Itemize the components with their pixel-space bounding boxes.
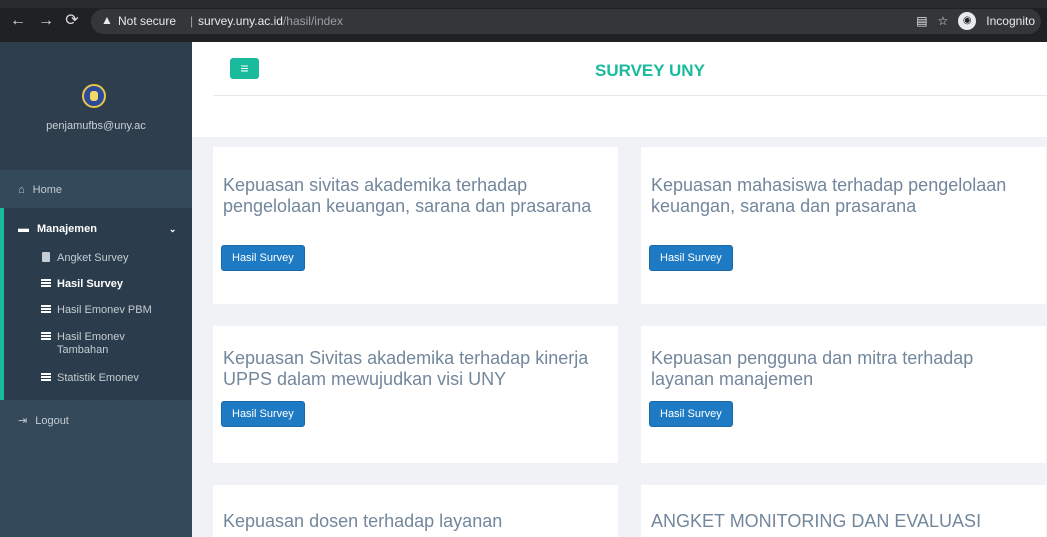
sidebar-item-label: Home: [32, 184, 62, 196]
url-host: survey.uny.ac.id: [198, 14, 283, 28]
chevron-down-icon: ⌄: [168, 223, 177, 234]
forward-icon[interactable]: →: [36, 11, 56, 31]
list-icon: [41, 304, 51, 314]
sidebar-subitem-label: Hasil Emonev PBM: [57, 304, 152, 316]
sidebar-subitem-angket-survey[interactable]: Angket Survey: [41, 252, 129, 264]
browser-toolbar: ← → ⟳ ▲ Not secure | survey.uny.ac.id/ha…: [0, 0, 1047, 42]
sidebar-subitem-statistik-emonev[interactable]: Statistik Emonev: [41, 372, 139, 384]
home-icon: ⌂: [18, 184, 25, 196]
survey-card-title: Kepuasan dosen terhadap layanan: [223, 511, 503, 531]
survey-card: Kepuasan sivitas akademika terhadap peng…: [213, 147, 618, 304]
hasil-survey-button[interactable]: Hasil Survey: [221, 245, 305, 271]
tab-strip: [0, 0, 1047, 8]
sidebar-item-label: Manajemen: [37, 223, 97, 235]
hasil-survey-button[interactable]: Hasil Survey: [649, 245, 733, 271]
menu-toggle-button[interactable]: ≡: [230, 58, 259, 79]
sidebar-subitem-hasil-emonev-pbm[interactable]: Hasil Emonev PBM: [41, 304, 152, 316]
survey-card: Kepuasan pengguna dan mitra terhadap lay…: [641, 326, 1046, 463]
page-title: SURVEY UNY: [595, 61, 705, 80]
survey-card: Kepuasan Sivitas akademika terhadap kine…: [213, 326, 618, 463]
list-icon: [41, 331, 51, 341]
user-email: penjamufbs@uny.ac: [46, 120, 146, 132]
top-nav: ≡ SURVEY UNY: [192, 42, 1047, 137]
briefcase-icon: ▬: [18, 223, 29, 235]
divider: [213, 95, 1047, 96]
survey-card-title: Kepuasan mahasiswa terhadap pengelolaan …: [651, 175, 1007, 216]
survey-card: ANGKET MONITORING DAN EVALUASI: [641, 485, 1046, 537]
sidebar-item-manajemen[interactable]: ▬ Manajemen ⌄: [18, 223, 176, 235]
list-icon: [41, 278, 51, 288]
survey-card-title: Kepuasan pengguna dan mitra terhadap lay…: [651, 348, 974, 389]
warning-icon[interactable]: ▲: [101, 13, 113, 27]
url-path: /hasil/index: [282, 14, 343, 28]
survey-card: Kepuasan mahasiswa terhadap pengelolaan …: [641, 147, 1046, 304]
incognito-icon[interactable]: ◉: [958, 12, 977, 30]
hasil-survey-button[interactable]: Hasil Survey: [649, 401, 733, 427]
survey-card: Kepuasan dosen terhadap layanan: [213, 485, 618, 537]
sidebar: penjamufbs@uny.ac ⌂ Home ▬ Manajemen ⌄ A…: [0, 42, 192, 537]
sidebar-item-home[interactable]: ⌂ Home: [18, 184, 62, 196]
sidebar-subitem-label: Hasil Emonev Tambahan: [57, 331, 125, 356]
browser-actions: ▤ ☆ ◉ Incognito: [916, 12, 1035, 30]
survey-card-title: ANGKET MONITORING DAN EVALUASI: [651, 511, 982, 531]
logout-icon: ⇥: [18, 415, 28, 427]
sidebar-item-label: Logout: [35, 414, 69, 427]
sidebar-subitem-label: Hasil Survey: [57, 278, 124, 290]
translate-icon[interactable]: ▤: [916, 14, 927, 28]
security-label[interactable]: Not secure: [118, 14, 176, 28]
sidebar-subitem-label: Statistik Emonev: [57, 372, 139, 384]
url-divider: |: [190, 14, 194, 28]
sidebar-subitem-hasil-emonev-tambahan[interactable]: Hasil Emonev Tambahan: [41, 331, 125, 356]
survey-card-title: Kepuasan sivitas akademika terhadap peng…: [223, 175, 592, 216]
reload-icon[interactable]: ⟳: [62, 11, 82, 31]
document-icon: [41, 252, 51, 262]
sidebar-menu: ⌂ Home ▬ Manajemen ⌄ Angket Survey Hasil…: [0, 170, 192, 537]
back-icon[interactable]: ←: [8, 11, 28, 31]
incognito-label: Incognito: [986, 14, 1035, 28]
hasil-survey-button[interactable]: Hasil Survey: [221, 401, 305, 427]
list-icon: [41, 372, 51, 382]
uny-logo: [82, 84, 106, 108]
sidebar-subitem-hasil-survey[interactable]: Hasil Survey: [41, 278, 123, 290]
survey-card-title: Kepuasan Sivitas akademika terhadap kine…: [223, 348, 589, 389]
sidebar-subitem-label: Angket Survey: [57, 252, 129, 264]
profile: penjamufbs@uny.ac: [0, 42, 192, 170]
star-icon[interactable]: ☆: [938, 14, 949, 28]
sidebar-item-logout[interactable]: ⇥ Logout: [18, 414, 69, 428]
url-text[interactable]: survey.uny.ac.id/hasil/index: [198, 14, 343, 28]
